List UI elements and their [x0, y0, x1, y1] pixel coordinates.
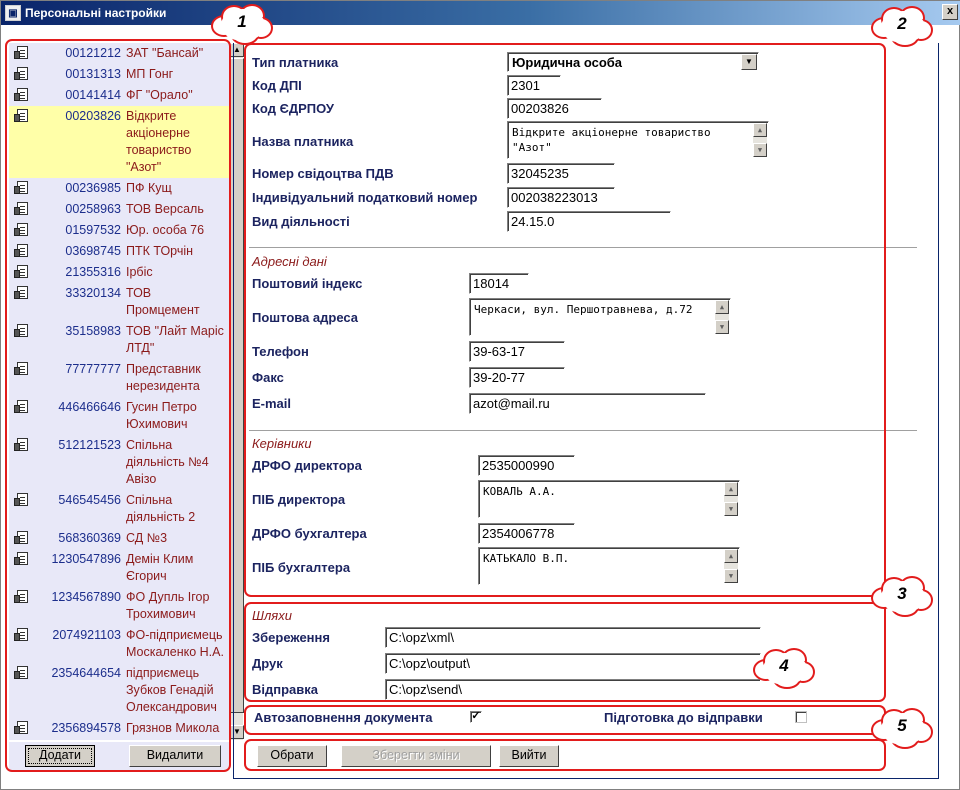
annotation-box-5 — [244, 739, 886, 771]
annotation-cloud-1: 1 — [211, 3, 273, 47]
annotation-label-2: 2 — [897, 14, 907, 33]
settings-window: ▣ Персональні настройки x 00121212 ЗАТ "Б… — [0, 0, 960, 790]
annotation-cloud-2: 2 — [871, 5, 933, 49]
annotation-label-5: 5 — [897, 716, 907, 735]
annotation-label-4: 4 — [779, 656, 789, 675]
annotation-box-1 — [5, 39, 231, 772]
annotation-cloud-3: 3 — [871, 575, 933, 619]
title-bar: ▣ Персональні настройки x — [1, 1, 960, 25]
annotation-label-1: 1 — [237, 12, 247, 31]
annotation-cloud-5: 5 — [871, 707, 933, 751]
app-icon: ▣ — [5, 5, 21, 21]
annotation-cloud-4: 4 — [753, 647, 815, 691]
close-button[interactable]: x — [942, 4, 958, 20]
annotation-box-4 — [244, 705, 886, 735]
annotation-box-2 — [244, 43, 886, 597]
window-title: Персональні настройки — [25, 6, 167, 20]
annotation-label-3: 3 — [897, 584, 907, 603]
